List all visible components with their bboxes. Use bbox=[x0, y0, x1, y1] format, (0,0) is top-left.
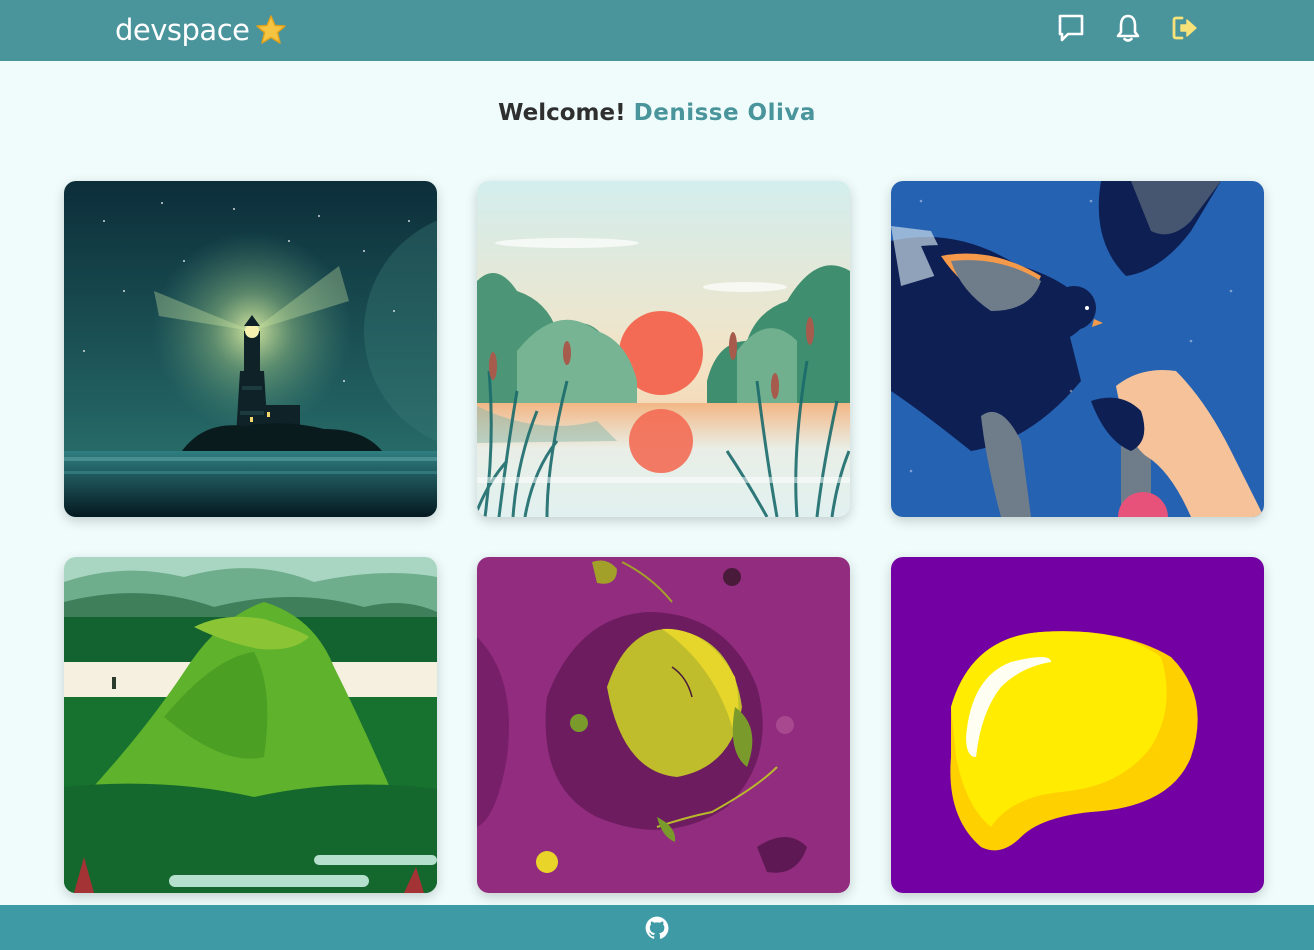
navbar: devspace bbox=[0, 0, 1314, 61]
star-icon bbox=[255, 15, 286, 44]
gallery-card-bird[interactable] bbox=[891, 181, 1264, 517]
blob-illustration bbox=[891, 557, 1264, 893]
brand-logo[interactable]: devspace bbox=[115, 12, 288, 48]
lemon-illustration bbox=[477, 557, 850, 893]
gallery-card-lemon[interactable] bbox=[477, 557, 850, 893]
logout-icon[interactable] bbox=[1170, 12, 1200, 44]
lighthouse-illustration bbox=[64, 181, 437, 517]
bell-icon[interactable] bbox=[1113, 12, 1143, 44]
welcome-greeting: Welcome! bbox=[498, 100, 626, 126]
brand-name: devspace bbox=[115, 13, 250, 47]
gallery-card-lighthouse[interactable] bbox=[64, 181, 437, 517]
gallery-card-blob[interactable] bbox=[891, 557, 1264, 893]
gallery-card-lake[interactable] bbox=[477, 181, 850, 517]
user-name: Denisse Oliva bbox=[633, 100, 816, 126]
chat-icon[interactable] bbox=[1056, 12, 1086, 44]
github-icon[interactable] bbox=[644, 915, 670, 941]
footer bbox=[0, 905, 1314, 950]
bird-illustration bbox=[891, 181, 1264, 517]
welcome-message: Welcome! Denisse Oliva bbox=[0, 100, 1314, 126]
lake-illustration bbox=[477, 181, 850, 517]
volcano-illustration bbox=[64, 557, 437, 893]
gallery-card-volcano[interactable] bbox=[64, 557, 437, 893]
